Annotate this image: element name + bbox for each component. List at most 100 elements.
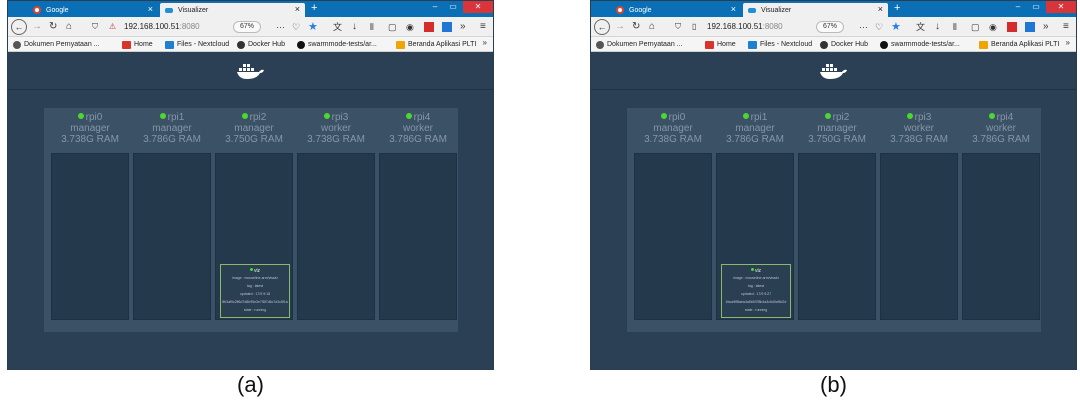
forward-button[interactable]: →	[32, 19, 42, 35]
download-icon[interactable]: ↓	[352, 19, 357, 35]
bookmarks-overflow-icon[interactable]: »	[483, 38, 487, 47]
node-ram: 3.786G RAM	[726, 134, 784, 145]
bookmark-item[interactable]: Files - Nextcloud	[748, 39, 812, 50]
close-tab-icon[interactable]: ×	[295, 4, 300, 14]
tab-visualizer[interactable]: Visualizer ×	[160, 3, 305, 17]
bookmark-item[interactable]: swarmmode-tests/ar...	[297, 39, 377, 50]
bookmark-item[interactable]: Docker Hub	[820, 39, 868, 50]
bookmark-item[interactable]: Beranda Aplikasi PLTI	[979, 39, 1059, 50]
task-updated: updated : 17/9 9:27	[740, 292, 772, 296]
translate-icon[interactable]: 文	[916, 19, 925, 35]
google-icon	[616, 6, 624, 14]
navigation-toolbar: ← → ↻ ⌂ ⛉ ⚠ 192.168.100.51:8080 67% ··· …	[8, 17, 493, 37]
close-tab-icon[interactable]: ×	[731, 4, 736, 14]
minimize-button[interactable]: –	[426, 1, 444, 13]
bookmark-item[interactable]: Docker Hub	[237, 39, 285, 50]
node-role: manager	[234, 123, 274, 134]
extension-blue-icon[interactable]	[442, 22, 452, 32]
task-tag: tag : latest	[747, 284, 765, 288]
extension-blue-icon[interactable]	[1025, 22, 1035, 32]
overflow-menu-icon[interactable]: »	[1043, 19, 1049, 35]
back-button[interactable]: ←	[11, 19, 27, 35]
close-window-button[interactable]: ✕	[463, 1, 493, 13]
node-role: worker	[903, 123, 934, 134]
node-rpi4: rpi4 worker 3.786G RAM	[379, 108, 457, 320]
sidebar-icon[interactable]: ▢	[971, 19, 980, 35]
nextcloud-icon	[748, 40, 757, 49]
bookmarks-overflow-icon[interactable]: »	[1066, 38, 1070, 47]
docker-hub-icon	[237, 40, 245, 49]
navigation-toolbar: ← → ↻ ⌂ ⛉ ▯ 192.168.100.51:8080 67% ··· …	[591, 17, 1076, 37]
bookmark-item[interactable]: Dokumen Pernyataan ...	[596, 39, 683, 50]
node-column	[798, 153, 876, 320]
page-actions-icon[interactable]: ···	[859, 19, 868, 35]
bookmark-item[interactable]: Home	[705, 39, 736, 50]
docker-hub-icon	[820, 40, 828, 49]
bookmark-star-icon[interactable]: ★	[891, 19, 901, 35]
status-dot	[660, 113, 667, 119]
globe-icon	[596, 40, 604, 49]
tab-google[interactable]: Google ×	[611, 3, 741, 17]
account-icon[interactable]: ◉	[989, 19, 997, 35]
extension-red-icon[interactable]	[1007, 22, 1017, 32]
node-role: manager	[653, 123, 693, 134]
back-button[interactable]: ←	[594, 19, 610, 35]
new-tab-button[interactable]: +	[894, 2, 900, 14]
bookmark-item[interactable]: Beranda Aplikasi PLTI	[396, 39, 476, 50]
reload-button[interactable]: ↻	[49, 19, 57, 35]
hamburger-menu-icon[interactable]: ≡	[1063, 19, 1069, 35]
tab-google[interactable]: Google ×	[28, 3, 158, 17]
tab-visualizer[interactable]: Visualizer ×	[743, 3, 888, 17]
page-actions-icon[interactable]: ···	[276, 19, 285, 35]
task-card-viz[interactable]: viz image : mouseline-arm/viswiz tag : l…	[721, 264, 791, 318]
home-button[interactable]: ⌂	[66, 19, 72, 35]
node-role: manager	[817, 123, 857, 134]
docker-whale-icon	[819, 64, 847, 79]
library-icon[interactable]: ⫴	[953, 19, 957, 35]
overflow-menu-icon[interactable]: »	[460, 19, 466, 35]
account-icon[interactable]: ◉	[406, 19, 414, 35]
zoom-level[interactable]: 67%	[816, 21, 845, 33]
visualizer-page: rpi0 manager 3.738G RAM rpi1 manager 3.7…	[591, 52, 1076, 369]
docker-icon	[748, 8, 756, 13]
close-tab-icon[interactable]: ×	[148, 4, 153, 14]
node-ram: 3.786G RAM	[143, 134, 201, 145]
home-bookmark-icon	[122, 40, 131, 49]
forward-button[interactable]: →	[615, 19, 625, 35]
bookmark-item[interactable]: Files - Nextcloud	[165, 39, 229, 50]
home-button[interactable]: ⌂	[649, 19, 655, 35]
close-window-button[interactable]: ✕	[1046, 1, 1076, 13]
url-field[interactable]: 192.168.100.51:8080	[124, 20, 200, 34]
task-card-viz[interactable]: viz image : mouseline-arm/viswiz tag : l…	[220, 264, 290, 318]
visualizer-page: rpi0 manager 3.738G RAM rpi1 manager 3.7…	[8, 52, 493, 369]
node-ram: 3.738G RAM	[890, 134, 948, 145]
swarm-cluster: rpi0 manager 3.738G RAM rpi1 manager 3.7…	[44, 108, 458, 332]
library-icon[interactable]: ⫴	[370, 19, 374, 35]
download-icon[interactable]: ↓	[935, 19, 940, 35]
bookmark-star-icon[interactable]: ★	[308, 19, 318, 35]
maximize-button[interactable]: ▭	[1027, 1, 1045, 13]
sidebar-icon[interactable]: ▢	[388, 19, 397, 35]
caption-b: (b)	[820, 372, 847, 397]
pocket-icon[interactable]: ♡	[292, 19, 300, 35]
node-name: rpi2	[832, 112, 850, 123]
bookmark-item[interactable]: Dokumen Pernyataan ...	[13, 39, 100, 50]
status-dot	[323, 113, 330, 119]
translate-icon[interactable]: 文	[333, 19, 342, 35]
swarm-cluster: rpi0 manager 3.738G RAM rpi1 manager 3.7…	[627, 108, 1041, 332]
extension-red-icon[interactable]	[424, 22, 434, 32]
header-divider	[8, 89, 493, 90]
zoom-level[interactable]: 67%	[233, 21, 262, 33]
hamburger-menu-icon[interactable]: ≡	[480, 19, 486, 35]
node-column	[962, 153, 1040, 320]
new-tab-button[interactable]: +	[311, 2, 317, 14]
pocket-icon[interactable]: ♡	[875, 19, 883, 35]
bookmark-item[interactable]: Home	[122, 39, 153, 50]
bookmark-item[interactable]: swarmmode-tests/ar...	[880, 39, 960, 50]
reload-button[interactable]: ↻	[632, 19, 640, 35]
close-tab-icon[interactable]: ×	[878, 4, 883, 14]
minimize-button[interactable]: –	[1009, 1, 1027, 13]
status-dot	[906, 113, 913, 119]
url-field[interactable]: 192.168.100.51:8080	[707, 20, 783, 34]
maximize-button[interactable]: ▭	[444, 1, 462, 13]
